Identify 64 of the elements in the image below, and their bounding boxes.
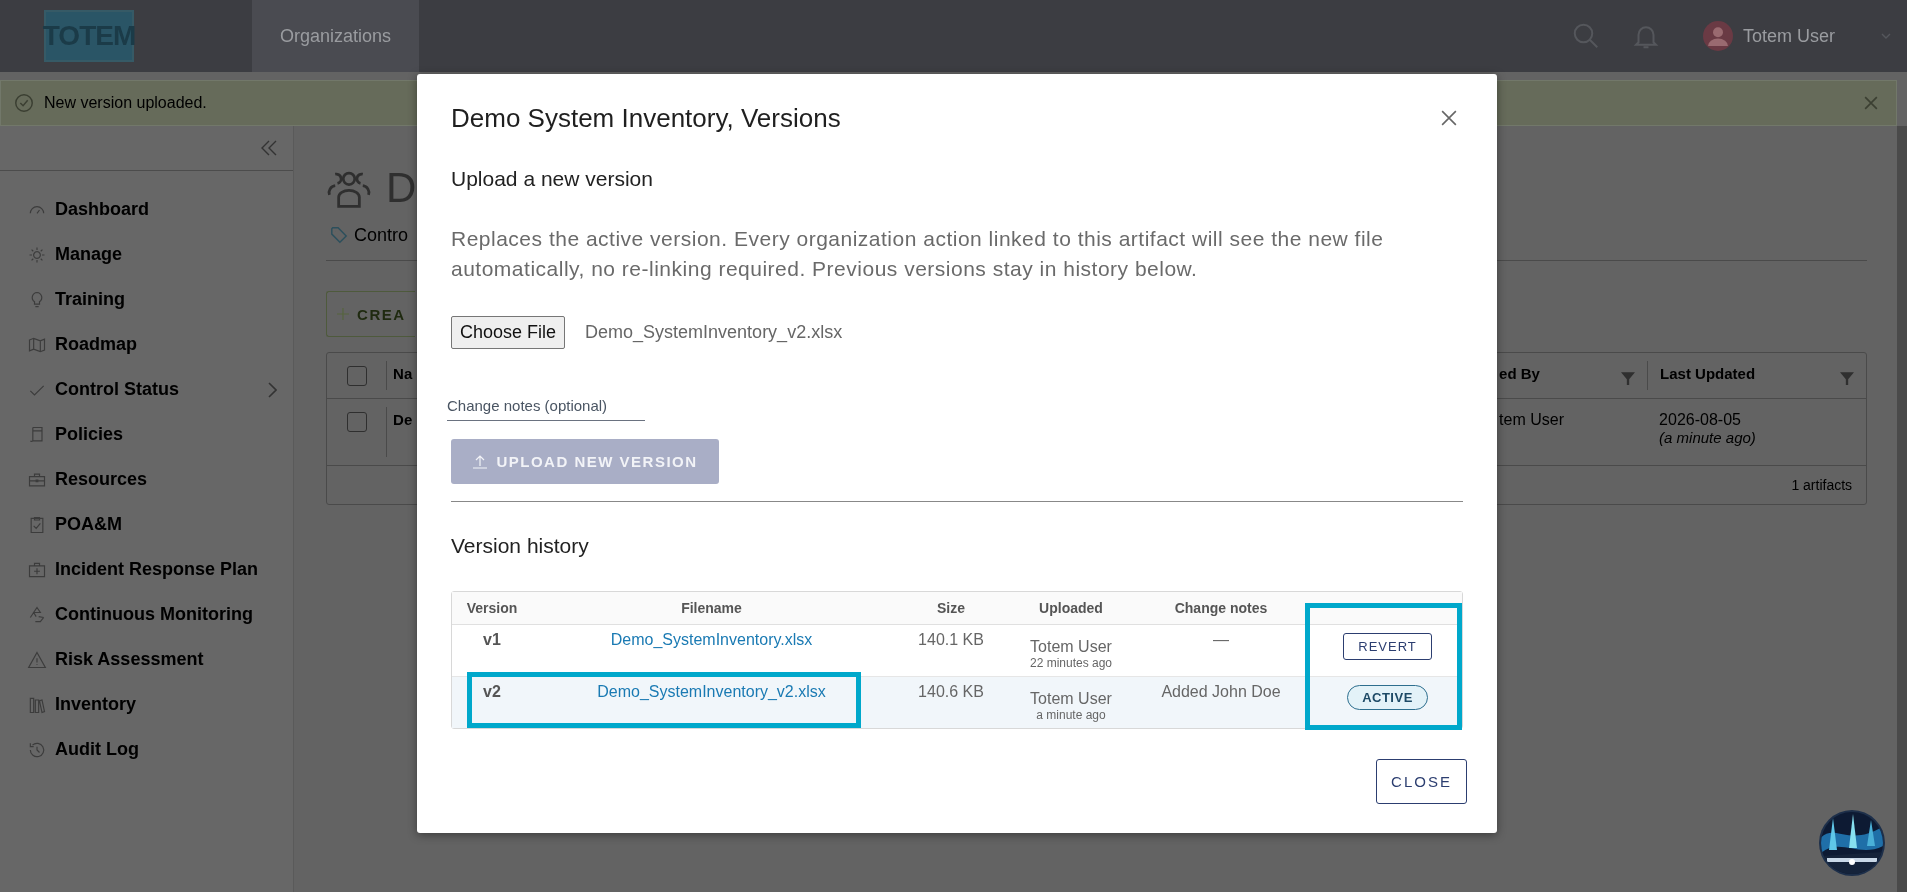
upload-time: a minute ago	[1036, 707, 1106, 722]
section-heading: Version history	[451, 534, 590, 558]
section-heading: Upload a new version	[451, 167, 654, 191]
upload-icon	[472, 453, 489, 470]
column-header: Size	[936, 600, 966, 616]
choose-file-button[interactable]: Choose File	[451, 316, 566, 349]
description: Replaces the active version. Every organization action linked to this artifact will see the new file automatically, no re-linking required. Previous versions stay in history below.	[451, 226, 1385, 282]
tag-label[interactable]: Contro	[354, 224, 409, 246]
close-button[interactable]: CLOSE	[1376, 759, 1467, 804]
dialog-title: Demo System Inventory, Versions	[451, 102, 841, 134]
user-name[interactable]: Totem User	[1742, 25, 1835, 47]
nav-tab[interactable]: Organizations	[252, 0, 420, 72]
column-header: Change notes	[1173, 600, 1269, 616]
sidebar-item[interactable]: Roadmap	[0, 328, 294, 361]
file-link[interactable]: Demo_SystemInventory_v2.xlsx	[597, 683, 826, 701]
warning-icon	[27, 649, 47, 670]
sidebar-item[interactable]: Policies	[0, 418, 294, 451]
row-count: 1 artifacts	[1791, 477, 1853, 493]
tag-icon	[330, 226, 349, 244]
uploader-name: Totem User	[1030, 637, 1112, 656]
file-name: Demo_SystemInventory_v2.xlsx	[585, 322, 843, 343]
column-header[interactable]: ed By	[1487, 353, 1648, 398]
sidebar-item[interactable]: Manage	[0, 238, 294, 271]
column-header[interactable]: Last Updated	[1647, 361, 1867, 390]
file-link[interactable]: Demo_SystemInventory.xlsx	[610, 631, 813, 649]
sidebar-item[interactable]: Inventory	[0, 688, 294, 721]
version-number: v2	[483, 683, 501, 701]
active-badge: ACTIVE	[1347, 685, 1428, 710]
relative-time: (a minute ago)	[1659, 429, 1756, 446]
uploader-name: Totem User	[1030, 689, 1112, 708]
file-size: 140.1 KB	[918, 631, 984, 649]
create-button[interactable]: CREA	[326, 291, 416, 337]
column-header: Uploaded	[1038, 600, 1104, 616]
sidebar-item[interactable]: Resources	[0, 463, 294, 496]
column-header: Version	[465, 600, 519, 616]
scrollbar[interactable]	[1897, 126, 1907, 892]
change-note: Added John Doe	[1161, 683, 1281, 701]
sidebar-item[interactable]: POA&M	[0, 508, 294, 541]
sidebar-item[interactable]: Continuous Monitoring	[0, 598, 294, 631]
filter-icon[interactable]	[1621, 371, 1636, 385]
table-cell: De	[393, 411, 413, 428]
upload-time: 22 minutes ago	[1029, 655, 1113, 670]
sidebar-item[interactable]: Control Status	[0, 373, 294, 406]
table-cell: tem User	[1499, 411, 1564, 429]
row-checkbox[interactable]	[346, 412, 367, 432]
column-header: Filename	[680, 600, 743, 616]
filter-icon[interactable]	[1840, 371, 1855, 385]
check-circle-icon	[13, 92, 35, 114]
sidebar-item[interactable]: Incident Response Plan	[0, 553, 294, 586]
sidebar-item[interactable]: Audit Log	[0, 733, 294, 766]
select-all-checkbox[interactable]	[346, 366, 367, 386]
revert-button[interactable]: REVERT	[1343, 633, 1432, 660]
sidebar-item[interactable]: Risk Assessment	[0, 643, 294, 676]
table-cell: 2026-08-05	[1659, 411, 1741, 429]
avatar-icon[interactable]	[1702, 21, 1733, 51]
plus-icon	[337, 308, 350, 320]
alert-message: New version uploaded.	[44, 94, 207, 112]
caret-icon[interactable]	[1881, 33, 1891, 39]
change-note: —	[1213, 631, 1229, 649]
sidebar-item[interactable]: Training	[0, 283, 294, 316]
close-icon[interactable]	[1441, 110, 1457, 126]
sidebar-item[interactable]: Dashboard	[0, 193, 294, 226]
file-size: 140.6 KB	[918, 683, 984, 701]
version-number: v1	[483, 631, 501, 649]
